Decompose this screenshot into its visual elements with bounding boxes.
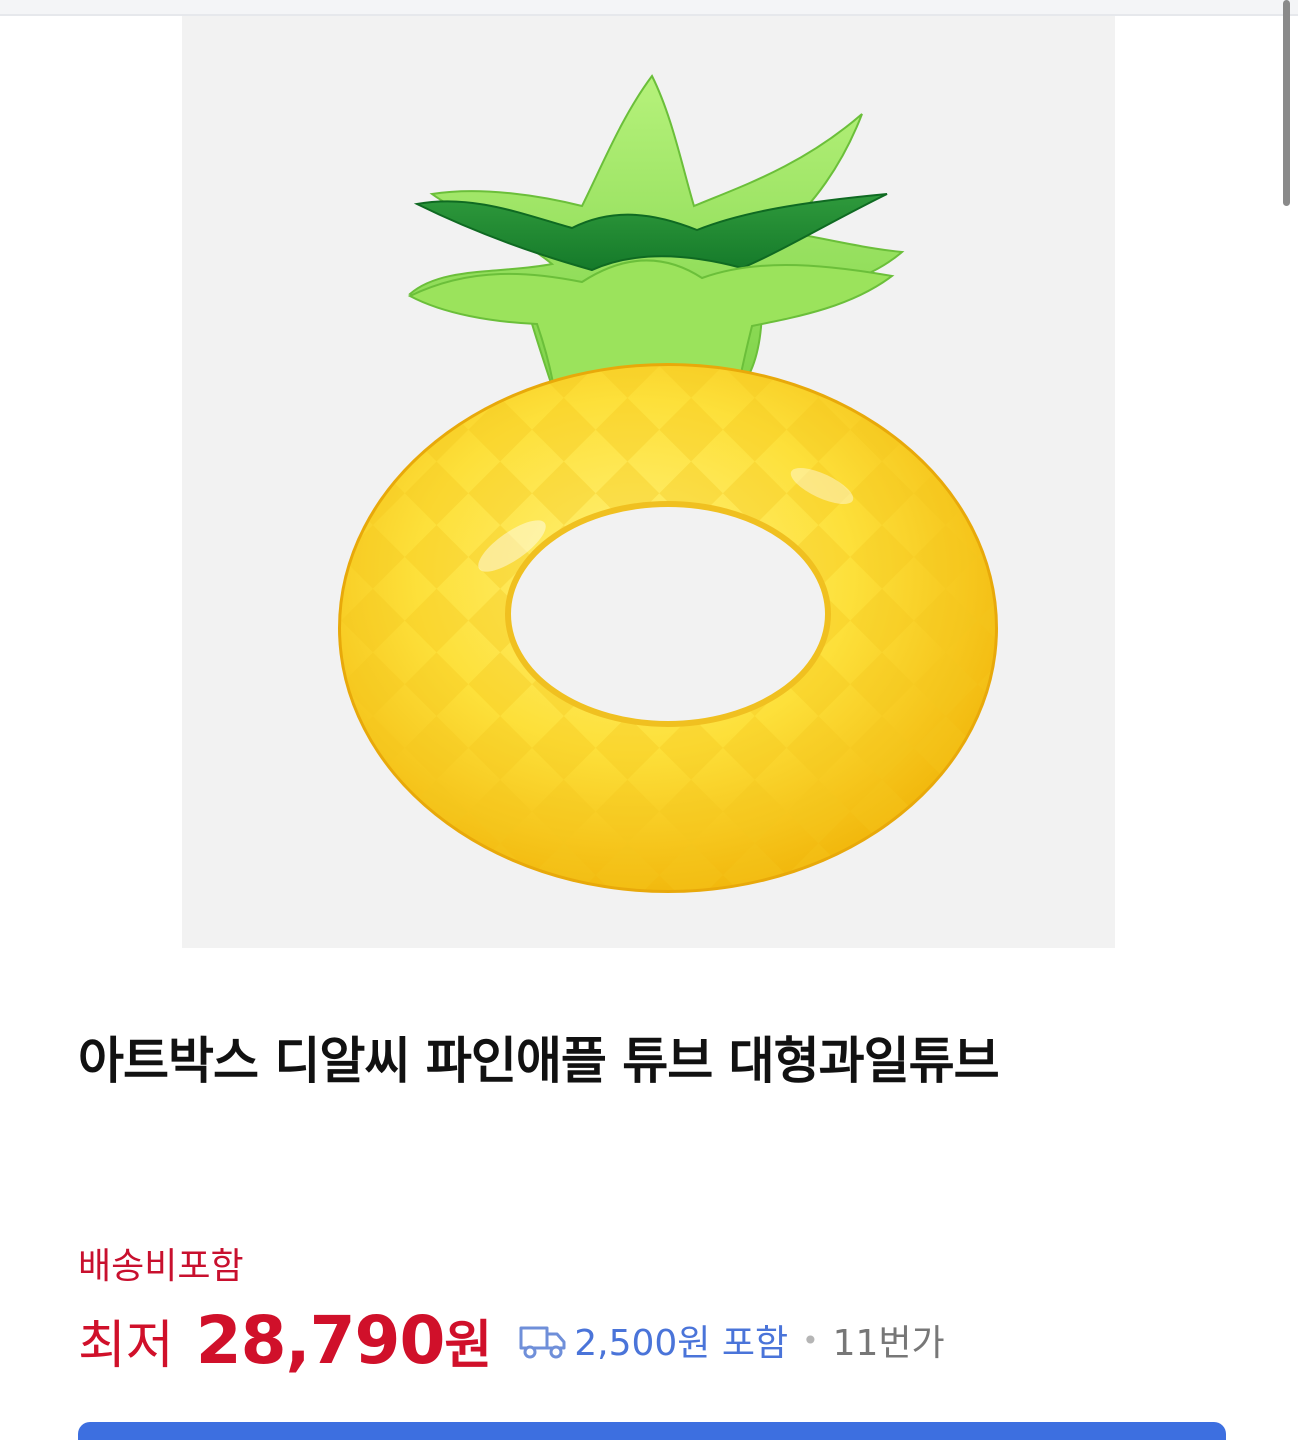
shipping-included-label: 배송비포함 bbox=[78, 1246, 244, 1287]
top-bar bbox=[0, 0, 1298, 16]
price-prefix: 최저 bbox=[78, 1315, 174, 1376]
scrollbar[interactable] bbox=[1283, 0, 1290, 206]
delivery-fee: 2,500원 포함 bbox=[574, 1323, 789, 1364]
product-title: 아트박스 디알씨 파인애플 튜브 대형과일튜브 bbox=[78, 1032, 1000, 1090]
seller-name[interactable]: 11번가 bbox=[833, 1314, 945, 1366]
price-row: 최저 28,790 원 2,500원 포함 • 11번가 bbox=[78, 1301, 945, 1379]
separator-dot: • bbox=[802, 1323, 819, 1357]
pineapple-float-image bbox=[182, 16, 1115, 948]
product-image[interactable] bbox=[182, 16, 1115, 948]
product-detail-page: 아트박스 디알씨 파인애플 튜브 대형과일튜브 배송비포함 최저 28,790 … bbox=[0, 0, 1298, 1440]
price-unit: 원 bbox=[444, 1315, 493, 1376]
price-amount: 28,790 bbox=[195, 1301, 446, 1379]
truck-icon bbox=[518, 1322, 568, 1366]
primary-action-button[interactable] bbox=[78, 1422, 1226, 1440]
